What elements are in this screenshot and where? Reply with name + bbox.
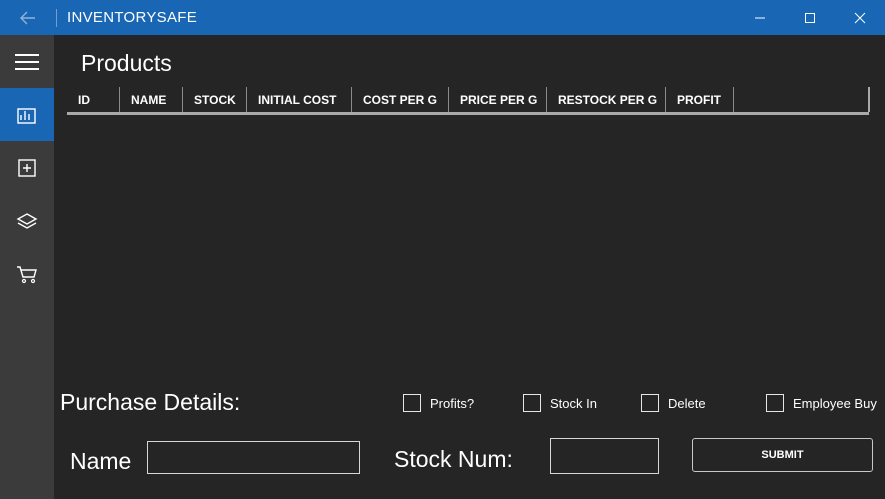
minimize-button[interactable] <box>735 0 785 35</box>
checkbox-label-delete: Delete <box>668 395 706 411</box>
checkbox-box[interactable] <box>403 394 421 412</box>
close-icon <box>854 12 866 23</box>
stock-num-label: Stock Num: <box>394 446 513 472</box>
maximize-icon <box>805 12 815 23</box>
column-header-restock-per-g[interactable]: RESTOCK PER G <box>547 87 666 112</box>
products-icon <box>17 107 36 124</box>
grid-header-underline <box>67 112 869 115</box>
column-header-initial-cost[interactable]: INITIAL COST <box>247 87 352 112</box>
maximize-button[interactable] <box>785 0 835 35</box>
submit-button[interactable]: SUBMIT <box>692 438 873 472</box>
hamburger-icon <box>15 53 39 70</box>
back-button[interactable] <box>0 0 56 35</box>
column-header-name[interactable]: NAME <box>120 87 183 112</box>
employee-buy-checkbox[interactable]: Employee Buy <box>766 394 877 412</box>
title-bar: INVENTORYSAFE <box>0 0 885 35</box>
minimize-icon <box>755 17 765 18</box>
sidebar <box>0 35 54 499</box>
page-title: Products <box>81 50 172 76</box>
checkbox-box[interactable] <box>766 394 784 412</box>
name-label: Name <box>70 448 132 474</box>
sidebar-item-add[interactable] <box>0 141 54 194</box>
cart-icon <box>17 265 37 283</box>
app-title: INVENTORYSAFE <box>67 9 198 26</box>
checkbox-box[interactable] <box>523 394 541 412</box>
sidebar-item-layers[interactable] <box>0 194 54 247</box>
main-content: Products ID NAME STOCK INITIAL COST COST… <box>54 35 885 499</box>
sidebar-item-products[interactable] <box>0 88 54 141</box>
grid-right-edge <box>868 87 870 112</box>
profits-checkbox[interactable]: Profits? <box>403 394 474 412</box>
stock-in-checkbox[interactable]: Stock In <box>523 394 597 412</box>
checkbox-label-profits: Profits? <box>430 395 475 411</box>
name-input[interactable] <box>147 441 360 474</box>
layers-icon <box>16 212 38 229</box>
column-header-price-per-g[interactable]: PRICE PER G <box>449 87 547 112</box>
checkbox-box[interactable] <box>641 394 659 412</box>
stock-num-input[interactable] <box>550 438 659 474</box>
add-box-icon <box>18 158 36 177</box>
column-header-stock[interactable]: STOCK <box>183 87 247 112</box>
column-header-profit[interactable]: PROFIT <box>666 87 734 112</box>
purchase-details-label: Purchase Details: <box>60 389 241 415</box>
close-button[interactable] <box>835 0 885 35</box>
sidebar-item-menu[interactable] <box>0 35 54 88</box>
products-grid-header: ID NAME STOCK INITIAL COST COST PER G PR… <box>67 87 869 112</box>
checkbox-label-stock-in: Stock In <box>550 395 597 411</box>
column-header-cost-per-g[interactable]: COST PER G <box>352 87 449 112</box>
back-arrow-icon <box>20 11 35 24</box>
window-controls <box>735 0 885 35</box>
column-header-id[interactable]: ID <box>67 87 120 112</box>
sidebar-item-cart[interactable] <box>0 247 54 300</box>
delete-checkbox[interactable]: Delete <box>641 394 706 412</box>
checkbox-label-employee-buy: Employee Buy <box>793 395 877 411</box>
